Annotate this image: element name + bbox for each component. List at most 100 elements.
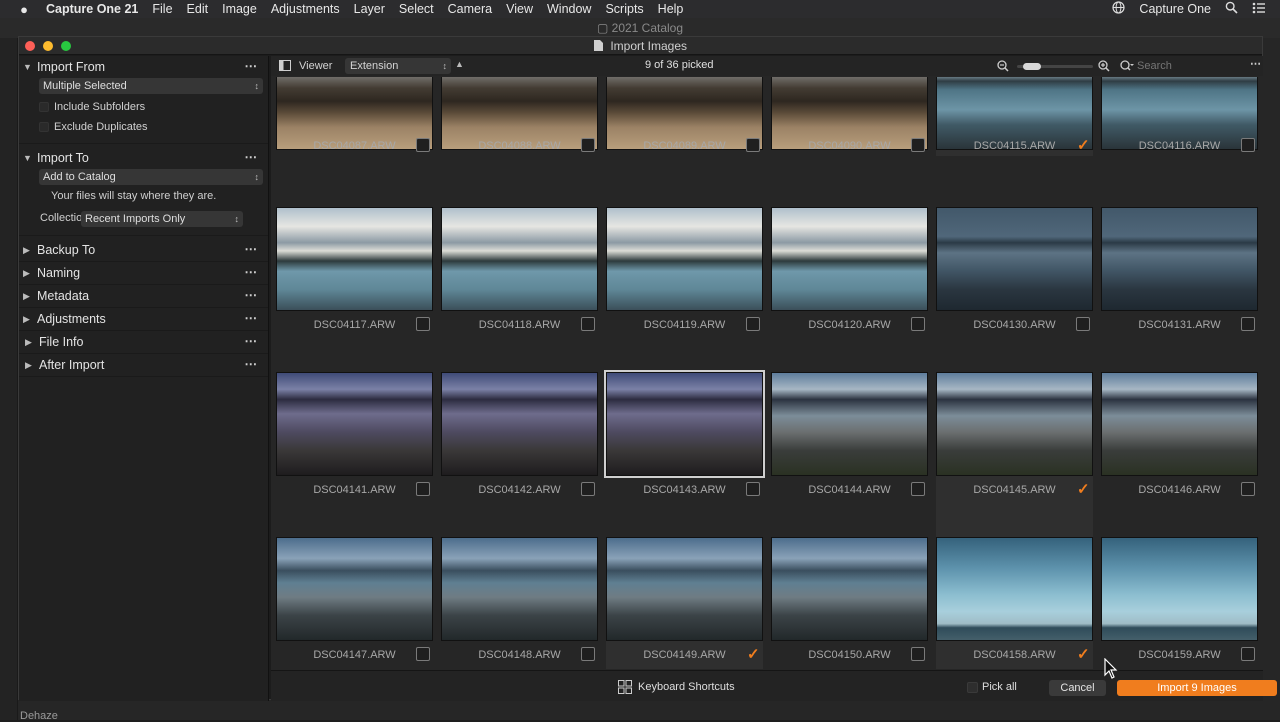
- cancel-button[interactable]: Cancel: [1049, 680, 1106, 696]
- thumbnail-cell[interactable]: DSC04143.ARW: [604, 370, 765, 537]
- section-backup-to[interactable]: ▶ Backup To ⋯: [19, 239, 268, 261]
- thumbnail-size-slider[interactable]: [1017, 63, 1093, 70]
- menu-camera[interactable]: Camera: [448, 2, 492, 16]
- pick-checkbox[interactable]: [1241, 138, 1255, 152]
- pick-checkbox[interactable]: [746, 138, 760, 152]
- pick-checkbox[interactable]: [416, 647, 430, 661]
- more-options-icon[interactable]: ⋯: [245, 146, 259, 168]
- menu-adjustments[interactable]: Adjustments: [271, 2, 340, 16]
- pick-all-label[interactable]: Pick all: [982, 681, 1017, 693]
- thumbnail-cell[interactable]: DSC04088.ARW: [441, 77, 598, 156]
- section-naming[interactable]: ▶ Naming ⋯: [19, 262, 268, 284]
- minimize-window-button[interactable]: [43, 41, 53, 51]
- thumbnail-cell[interactable]: DSC04144.ARW: [771, 372, 928, 537]
- thumbnail-image[interactable]: [771, 207, 928, 311]
- thumbnail-cell[interactable]: DSC04130.ARW: [936, 207, 1093, 372]
- zoom-out-icon[interactable]: [997, 60, 1009, 75]
- more-options-icon[interactable]: ⋯: [245, 284, 259, 306]
- close-window-button[interactable]: [25, 41, 35, 51]
- more-options-icon[interactable]: ⋯: [245, 55, 259, 77]
- app-name-right[interactable]: Capture One: [1139, 2, 1211, 16]
- thumbnail-cell[interactable]: DSC04117.ARW: [276, 207, 433, 372]
- thumbnail-image[interactable]: [276, 537, 433, 641]
- pick-checkbox[interactable]: [416, 317, 430, 331]
- pick-checkmark-icon[interactable]: ✓: [746, 647, 760, 662]
- thumbnail-cell[interactable]: DSC04149.ARW ✓: [606, 537, 763, 669]
- menu-help[interactable]: Help: [658, 2, 684, 16]
- thumbnail-image[interactable]: [936, 372, 1093, 476]
- pick-checkbox[interactable]: [581, 138, 595, 152]
- thumbnail-cell[interactable]: DSC04118.ARW: [441, 207, 598, 372]
- menu-file[interactable]: File: [152, 2, 172, 16]
- thumbnail-cell[interactable]: DSC04120.ARW: [771, 207, 928, 372]
- slider-handle[interactable]: [1023, 63, 1041, 70]
- pick-checkbox[interactable]: [911, 647, 925, 661]
- search-input[interactable]: [1137, 58, 1249, 74]
- pick-checkbox[interactable]: [911, 317, 925, 331]
- thumbnail-image[interactable]: [604, 370, 765, 478]
- collection-select[interactable]: Recent Imports Only ↕: [81, 211, 243, 227]
- pick-checkbox[interactable]: [1241, 647, 1255, 661]
- thumbnail-image[interactable]: [606, 207, 763, 311]
- thumbnail-cell[interactable]: DSC04116.ARW: [1101, 77, 1258, 156]
- thumbnail-cell[interactable]: DSC04087.ARW: [276, 77, 433, 156]
- apple-menu-icon[interactable]: ●: [16, 2, 32, 17]
- thumbnail-image[interactable]: [276, 372, 433, 476]
- import-source-select[interactable]: Multiple Selected ↕: [39, 78, 263, 94]
- section-metadata[interactable]: ▶ Metadata ⋯: [19, 285, 268, 307]
- menu-window[interactable]: Window: [547, 2, 591, 16]
- section-import-to[interactable]: ▼ Import To ⋯: [19, 147, 268, 169]
- thumbnail-image[interactable]: [606, 537, 763, 641]
- menu-image[interactable]: Image: [222, 2, 257, 16]
- thumbnail-image[interactable]: [1101, 207, 1258, 311]
- more-options-icon[interactable]: ⋯: [245, 330, 259, 352]
- more-options-icon[interactable]: ⋯: [245, 261, 259, 283]
- keyboard-shortcuts-icon[interactable]: [618, 680, 632, 697]
- pick-checkbox[interactable]: [581, 482, 595, 496]
- thumbnail-image[interactable]: [771, 537, 928, 641]
- globe-icon[interactable]: [1112, 1, 1126, 17]
- checkbox-box[interactable]: [39, 102, 49, 112]
- more-options-icon[interactable]: ⋯: [245, 353, 259, 375]
- pick-checkbox[interactable]: [581, 317, 595, 331]
- exclude-duplicates-checkbox[interactable]: Exclude Duplicates: [19, 117, 268, 137]
- viewer-label[interactable]: Viewer: [299, 60, 332, 72]
- keyboard-shortcuts-link[interactable]: Keyboard Shortcuts: [638, 681, 735, 693]
- zoom-in-icon[interactable]: [1098, 60, 1110, 75]
- more-options-icon[interactable]: ⋯: [245, 238, 259, 260]
- pick-all-checkbox[interactable]: [967, 682, 978, 693]
- menu-select[interactable]: Select: [399, 2, 434, 16]
- thumbnail-image[interactable]: [936, 537, 1093, 641]
- pick-checkbox[interactable]: [746, 482, 760, 496]
- sort-direction-icon[interactable]: ▲: [455, 59, 464, 69]
- pick-checkbox[interactable]: [416, 138, 430, 152]
- import-images-button[interactable]: Import 9 Images: [1117, 680, 1277, 696]
- section-adjustments[interactable]: ▶ Adjustments ⋯: [19, 308, 268, 330]
- pick-checkbox[interactable]: [581, 647, 595, 661]
- control-center-icon[interactable]: [1252, 2, 1266, 17]
- thumbnail-cell[interactable]: DSC04146.ARW: [1101, 372, 1258, 537]
- thumbnail-cell[interactable]: DSC04150.ARW: [771, 537, 928, 669]
- pick-checkbox[interactable]: [911, 482, 925, 496]
- pick-checkbox[interactable]: [1241, 482, 1255, 496]
- pick-checkmark-icon[interactable]: ✓: [1076, 647, 1090, 662]
- thumbnail-cell[interactable]: DSC04147.ARW: [276, 537, 433, 669]
- menu-view[interactable]: View: [506, 2, 533, 16]
- menu-edit[interactable]: Edit: [187, 2, 209, 16]
- menu-layer[interactable]: Layer: [354, 2, 385, 16]
- thumbnail-cell[interactable]: DSC04115.ARW ✓: [936, 77, 1093, 156]
- pick-checkbox[interactable]: [416, 482, 430, 496]
- import-destination-select[interactable]: Add to Catalog ↕: [39, 169, 263, 185]
- thumbnail-cell[interactable]: DSC04090.ARW: [771, 77, 928, 156]
- pick-checkbox[interactable]: [1241, 317, 1255, 331]
- section-import-from[interactable]: ▼ Import From ⋯: [19, 56, 268, 78]
- pick-checkbox[interactable]: [746, 317, 760, 331]
- thumbnail-image[interactable]: [1101, 537, 1258, 641]
- section-file-info[interactable]: ▶ File Info ⋯: [19, 331, 268, 353]
- thumbnail-image[interactable]: [1101, 372, 1258, 476]
- thumbnail-cell[interactable]: DSC04159.ARW: [1101, 537, 1258, 669]
- thumbnail-cell[interactable]: DSC04089.ARW: [606, 77, 763, 156]
- thumbnail-image[interactable]: [441, 372, 598, 476]
- thumbnail-image[interactable]: [441, 207, 598, 311]
- viewer-toggle-icon[interactable]: [279, 60, 291, 74]
